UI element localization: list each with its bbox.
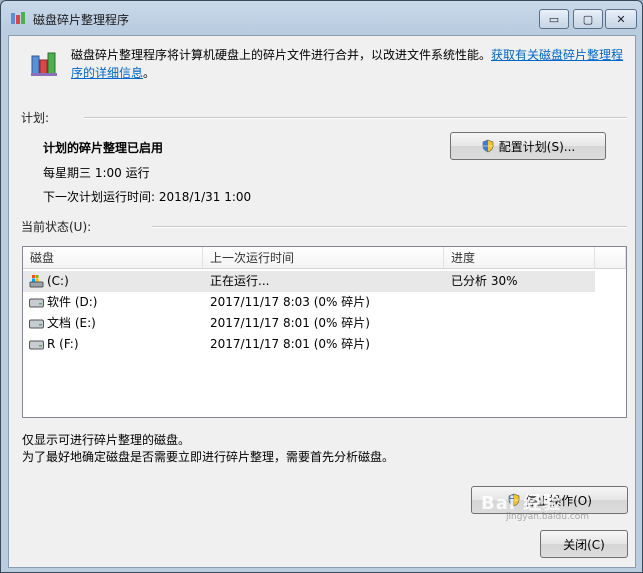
schedule-frequency: 每星期三 1:00 运行 (43, 166, 150, 180)
maximize-button[interactable]: ▢ (573, 9, 603, 29)
drive-icon (29, 298, 44, 308)
column-header-filler (595, 247, 626, 269)
defrag-app-icon (11, 12, 25, 24)
configure-schedule-button[interactable]: 配置计划(S)... (450, 132, 606, 160)
disk-last-run: 2017/11/17 8:01 (0% 碎片) (210, 337, 370, 351)
disk-last-run: 2017/11/17 8:03 (0% 碎片) (210, 295, 370, 309)
window-title: 磁盘碎片整理程序 (33, 13, 130, 27)
column-header-progress[interactable]: 进度 (444, 247, 595, 269)
schedule-separator (84, 117, 627, 119)
title-bar[interactable]: 磁盘碎片整理程序 ▭ ▢ ✕ (1, 1, 642, 35)
disk-progress: 已分析 30% (451, 274, 518, 288)
schedule-status: 计划的碎片整理已启用 (43, 141, 164, 155)
column-header-last-run[interactable]: 上一次运行时间 (203, 247, 444, 269)
watermark-url: jingyan.baidu.com (506, 512, 590, 522)
configure-schedule-label: 配置计划(S)... (498, 139, 576, 154)
disk-last-run: 2017/11/17 8:01 (0% 碎片) (210, 316, 370, 330)
minimize-button[interactable]: ▭ (539, 9, 569, 29)
disk-row-d[interactable]: 软件 (D:) 2017/11/17 8:03 (0% 碎片) (23, 292, 626, 313)
close-button[interactable]: 关闭(C) (540, 530, 628, 558)
disk-name: (C:) (47, 274, 69, 288)
disk-row-c[interactable]: (C:) 正在运行... 已分析 30% (23, 271, 595, 292)
schedule-section-label: 计划: (21, 111, 50, 125)
system-drive-icon (29, 275, 44, 288)
uac-shield-icon (482, 139, 494, 153)
disk-list[interactable]: 磁盘 上一次运行时间 进度 (C:) 正在运行... 已分析 30% 软件 (D… (22, 246, 627, 418)
drive-icon (29, 319, 44, 329)
description-suffix: 。 (143, 66, 156, 80)
disk-last-run: 正在运行... (210, 274, 270, 288)
disk-name: 文档 (E:) (47, 316, 96, 330)
status-separator (152, 226, 627, 228)
note-defraggable-only: 仅显示可进行碎片整理的磁盘。 (22, 433, 191, 447)
description-main: 磁盘碎片整理程序将计算机硬盘上的碎片文件进行合并，以改进文件系统性能。 (71, 48, 492, 62)
schedule-next-run: 下一次计划运行时间: 2018/1/31 1:00 (43, 190, 252, 204)
close-window-button[interactable]: ✕ (605, 9, 637, 29)
description-text: 磁盘碎片整理程序将计算机硬盘上的碎片文件进行合并，以改进文件系统性能。获取有关磁… (71, 46, 631, 82)
note-analyze-first: 为了最好地确定磁盘是否需要立即进行碎片整理，需要首先分析磁盘。 (22, 450, 395, 464)
drive-icon (29, 340, 44, 350)
current-status-label: 当前状态(U): (21, 220, 92, 234)
defrag-header-icon (31, 52, 57, 76)
column-header-disk[interactable]: 磁盘 (23, 247, 203, 269)
disk-name: R (F:) (47, 337, 79, 351)
defrag-window: 磁盘碎片整理程序 ▭ ▢ ✕ 磁盘碎片整理程序将计算机硬盘上的碎片文件进行合并，… (0, 0, 643, 573)
disk-row-e[interactable]: 文档 (E:) 2017/11/17 8:01 (0% 碎片) (23, 313, 626, 334)
disk-name: 软件 (D:) (47, 295, 98, 309)
disk-row-f[interactable]: R (F:) 2017/11/17 8:01 (0% 碎片) (23, 334, 626, 355)
